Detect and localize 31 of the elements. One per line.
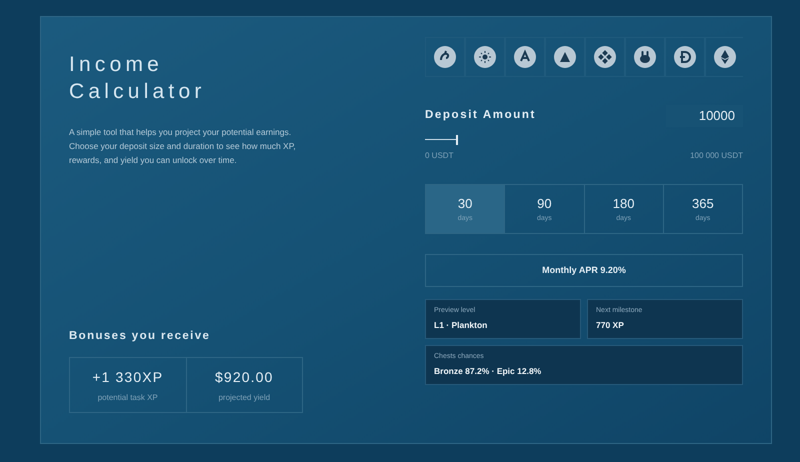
coin-icon bbox=[633, 45, 657, 69]
max-label: 100 000 USDT bbox=[690, 150, 743, 162]
token-tile[interactable] bbox=[585, 37, 625, 77]
token-tile[interactable] bbox=[465, 37, 505, 77]
coin-icon bbox=[513, 45, 537, 69]
description: A simple tool that helps you project your potential earnings. Choose your deposit size and duration to see how much XP, rewards, and yield you can unlock over time. bbox=[69, 126, 297, 167]
token-tile[interactable] bbox=[625, 37, 665, 77]
page-title: Income Calculator bbox=[69, 52, 207, 105]
deposit-label: Deposit Amount bbox=[425, 108, 536, 124]
apr-banner: Monthly APR 9.20% bbox=[425, 254, 743, 287]
bonus-value: $920.00 bbox=[215, 368, 274, 386]
stat-value: 770 XP bbox=[596, 318, 625, 332]
bonus-value: +1 330XP bbox=[92, 368, 164, 386]
stat-value: Bronze 87.2% · Epic 12.8% bbox=[434, 364, 542, 378]
coin-icon bbox=[593, 45, 617, 69]
bonus-label: projected yield bbox=[218, 392, 270, 404]
bonus-label: potential task XP bbox=[98, 392, 158, 404]
token-tile[interactable] bbox=[545, 37, 585, 77]
coin-icon bbox=[713, 45, 737, 69]
coin-icon bbox=[673, 45, 697, 69]
coin-icon bbox=[433, 45, 457, 69]
slider-thumb[interactable] bbox=[456, 135, 458, 145]
stat-value: L1 · Plankton bbox=[434, 318, 488, 332]
coin-icon bbox=[553, 45, 577, 69]
token-tile[interactable] bbox=[425, 37, 465, 77]
token-tile[interactable] bbox=[505, 37, 545, 77]
min-label: 0 USDT bbox=[425, 150, 454, 162]
coin-icon bbox=[473, 45, 497, 69]
token-tile[interactable] bbox=[665, 37, 705, 77]
token-tile[interactable] bbox=[705, 37, 743, 77]
bonuses-heading: Bonuses you receive bbox=[69, 328, 212, 344]
